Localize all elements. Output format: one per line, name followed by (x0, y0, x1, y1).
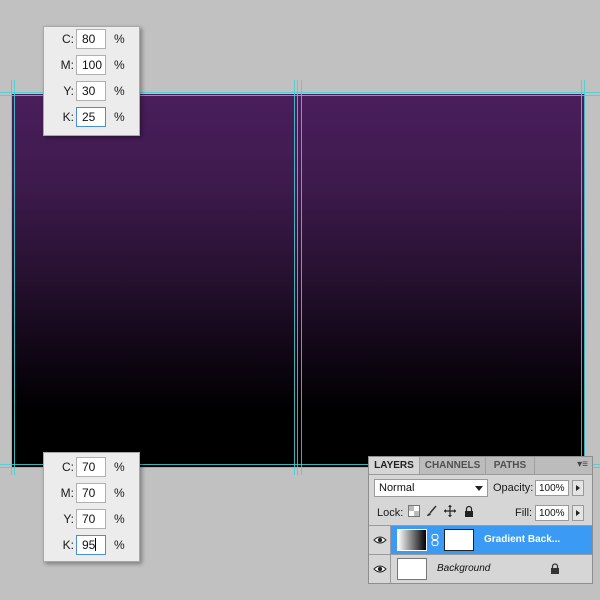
cmyk-row-yellow: Y: 30 % (44, 81, 139, 103)
layer-name[interactable]: Gradient Back... (484, 534, 560, 545)
magenta-input[interactable]: 70 (76, 483, 106, 503)
guide-vertical-left-inner[interactable] (14, 80, 15, 475)
blend-mode-dropdown[interactable]: Normal (374, 479, 488, 497)
tab-paths[interactable]: PATHS (486, 457, 535, 474)
gradient-layer-thumbnail[interactable] (397, 529, 427, 551)
black-input[interactable]: 25 (76, 107, 106, 127)
eye-icon (373, 565, 387, 573)
guide-vertical-left-outer[interactable] (11, 80, 12, 475)
guide-vertical-spine-left[interactable] (294, 80, 295, 475)
opacity-label: Opacity: (493, 482, 534, 494)
guide-vertical-spine-right[interactable] (301, 80, 302, 475)
cmyk-row-cyan: C: 80 % (44, 29, 139, 51)
brush-icon[interactable] (426, 505, 438, 517)
background-layer-thumbnail[interactable] (397, 558, 427, 580)
layers-panel: LAYERS CHANNELS PATHS ▾≡ Normal Opacity:… (368, 456, 593, 584)
yellow-input[interactable]: 30 (76, 81, 106, 101)
percent-unit: % (114, 512, 125, 526)
guide-vertical-spine-center[interactable] (297, 80, 298, 475)
cmyk-row-cyan: C: 70 % (44, 457, 139, 479)
yellow-input[interactable]: 70 (76, 509, 106, 529)
cmyk-row-yellow: Y: 70 % (44, 509, 139, 531)
guide-vertical-right-outer[interactable] (584, 80, 585, 475)
opacity-slider-toggle[interactable] (572, 480, 584, 496)
lock-transparent-pixels-icon[interactable] (408, 505, 420, 517)
fill-label: Fill: (515, 507, 533, 519)
blend-mode-value: Normal (379, 482, 415, 494)
cmyk-label: M: (60, 58, 74, 72)
cmyk-label: C: (62, 32, 74, 46)
fill-field[interactable]: 100% (535, 505, 569, 521)
link-icon[interactable] (431, 534, 439, 546)
percent-unit: % (114, 32, 125, 46)
percent-unit: % (114, 110, 125, 124)
tab-layers[interactable]: LAYERS (369, 457, 420, 474)
guide-vertical-right-inner[interactable] (581, 80, 582, 475)
cmyk-label: Y: (63, 512, 74, 526)
panel-menu-icon[interactable]: ▾≡ (577, 459, 588, 470)
cmyk-label: C: (62, 460, 74, 474)
panel-tab-bar: LAYERS CHANNELS PATHS ▾≡ (369, 457, 592, 475)
lock-icon[interactable] (463, 505, 475, 517)
lock-label: Lock: (377, 507, 404, 519)
tab-channels[interactable]: CHANNELS (420, 457, 486, 474)
cmyk-label: K: (62, 538, 74, 552)
cmyk-row-black: K: 95 % (44, 535, 139, 557)
eye-icon (373, 536, 387, 544)
layer-row-background[interactable]: Background (369, 554, 592, 583)
cyan-input[interactable]: 70 (76, 457, 106, 477)
cmyk-row-black: K: 25 % (44, 107, 139, 129)
visibility-toggle[interactable] (369, 526, 391, 554)
magenta-input[interactable]: 100 (76, 55, 106, 75)
move-icon[interactable] (444, 505, 456, 517)
percent-unit: % (114, 538, 125, 552)
black-input-value: 95 (82, 538, 96, 552)
cmyk-row-magenta: M: 70 % (44, 483, 139, 505)
cyan-input[interactable]: 80 (76, 29, 106, 49)
black-input[interactable]: 95 (76, 535, 106, 555)
layer-row-gradient-background[interactable]: Gradient Back... (369, 525, 592, 554)
visibility-toggle[interactable] (369, 555, 391, 583)
text-caret (95, 538, 97, 551)
cmyk-label: M: (60, 486, 74, 500)
document-canvas[interactable] (12, 94, 585, 467)
percent-unit: % (114, 58, 125, 72)
percent-unit: % (114, 486, 125, 500)
cmyk-panel-top: C: 80 % M: 100 % Y: 30 % K: 25 % (43, 26, 140, 136)
opacity-field[interactable]: 100% (535, 480, 569, 496)
cmyk-panel-bottom: C: 70 % M: 70 % Y: 70 % K: 95 % (43, 452, 140, 562)
cmyk-row-magenta: M: 100 % (44, 55, 139, 77)
chevron-down-icon (475, 486, 483, 491)
layer-name[interactable]: Background (437, 563, 490, 574)
cmyk-label: K: (62, 110, 74, 124)
layer-mask-thumbnail[interactable] (444, 529, 474, 551)
percent-unit: % (114, 460, 125, 474)
cmyk-label: Y: (63, 84, 74, 98)
layer-lock-icon (551, 563, 559, 574)
percent-unit: % (114, 84, 125, 98)
fill-slider-toggle[interactable] (572, 505, 584, 521)
